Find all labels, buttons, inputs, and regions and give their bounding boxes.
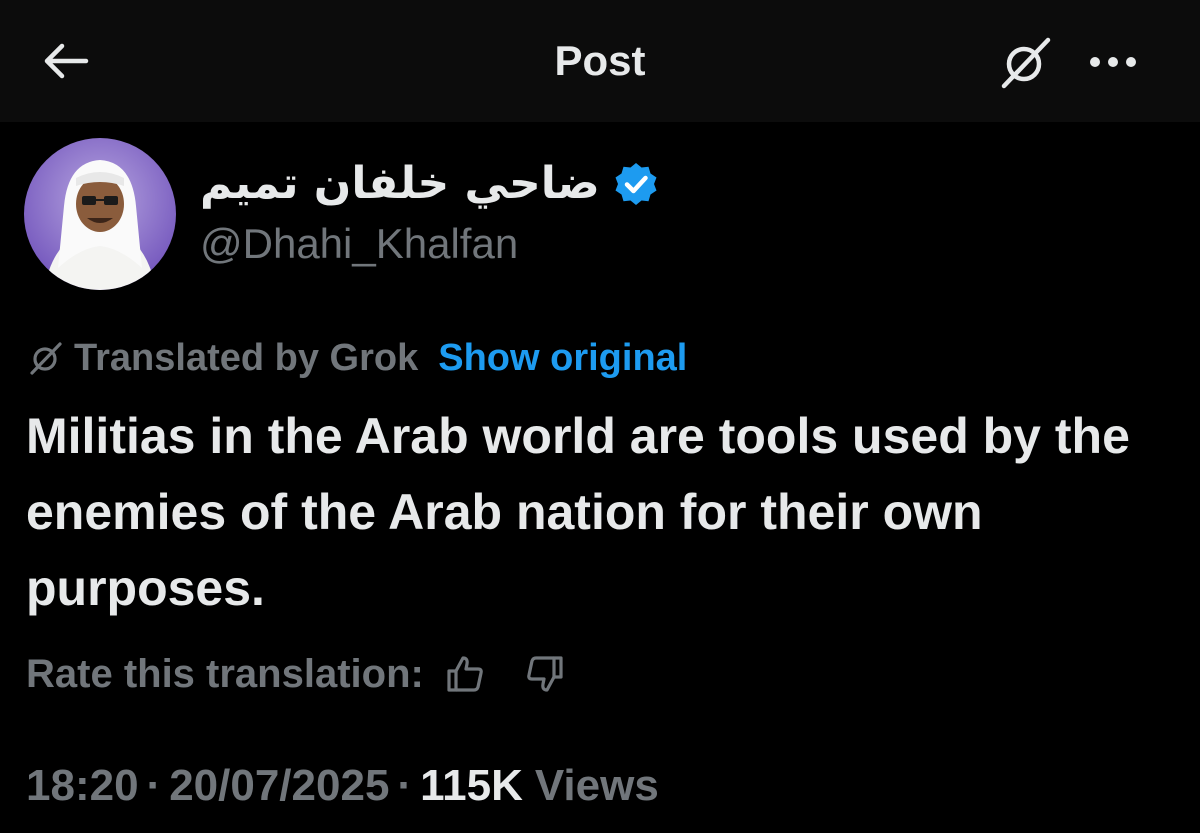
rate-translation-label: Rate this translation:	[26, 652, 424, 696]
post-date[interactable]: 20/07/2025	[169, 754, 389, 818]
thumbs-up-button[interactable]	[440, 649, 490, 699]
grok-icon	[1001, 37, 1051, 89]
avatar-image	[24, 138, 176, 290]
translation-info-row: Translated by Grok Show original	[26, 330, 687, 386]
more-options-button[interactable]	[1080, 40, 1146, 84]
rate-translation-row: Rate this translation:	[26, 644, 570, 704]
separator: ·	[146, 761, 162, 810]
post-text: Militias in the Arab world are tools use…	[26, 408, 1130, 616]
post-time[interactable]: 18:20	[26, 754, 139, 818]
author-name-row: ضاحي خلفان تميم	[200, 152, 660, 216]
grok-icon	[30, 342, 62, 375]
verified-badge-icon	[615, 163, 657, 205]
show-original-link[interactable]: Show original	[438, 330, 687, 386]
separator: ·	[397, 761, 413, 810]
views-count[interactable]: 115K	[420, 754, 523, 818]
top-navigation-bar: Post	[0, 0, 1200, 122]
views-label[interactable]: Views	[535, 754, 659, 818]
grok-small-icon-wrap	[26, 338, 66, 378]
grok-button[interactable]	[996, 34, 1056, 90]
verified-badge[interactable]	[612, 160, 660, 208]
more-horizontal-icon	[1090, 57, 1136, 67]
post-metadata: 18:20 · 20/07/2025 · 115K Views	[26, 754, 659, 818]
thumbs-up-icon	[447, 656, 483, 692]
translated-by-label: Translated by Grok	[74, 337, 419, 379]
author-handle[interactable]: @Dhahi_Khalfan	[200, 216, 518, 272]
thumbs-down-button[interactable]	[520, 649, 570, 699]
author-display-name[interactable]: ضاحي خلفان تميم	[200, 154, 600, 214]
avatar[interactable]	[24, 138, 176, 290]
thumbs-down-icon	[527, 656, 563, 692]
